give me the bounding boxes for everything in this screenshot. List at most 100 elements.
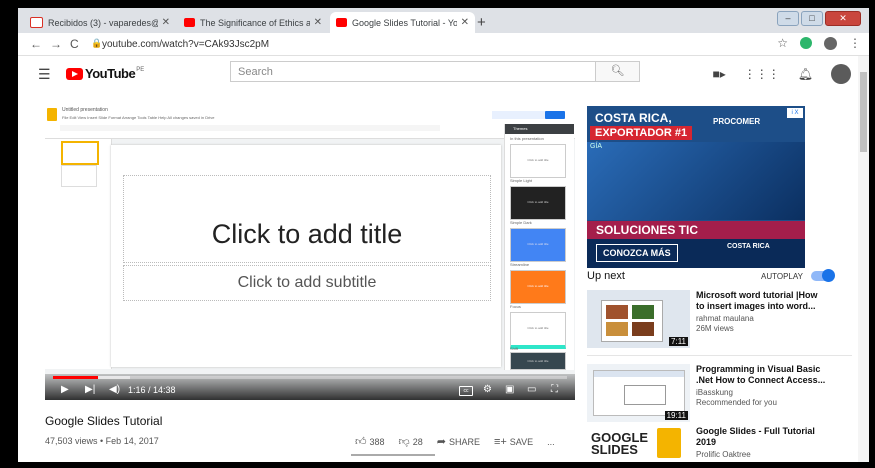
tab-strip: Recibidos (3) - vaparedes@santa ✕ The Si…	[18, 8, 869, 33]
tab-google-slides-tutorial[interactable]: Google Slides Tutorial - YouTube ✕	[330, 12, 475, 33]
progress-bar[interactable]	[53, 376, 567, 379]
theme-thumb: Click to add title	[510, 312, 566, 349]
up-next-video[interactable]: 7:11 Microsoft word tutorial |How to ins…	[587, 290, 852, 352]
fullscreen-icon[interactable]: ⛶	[551, 384, 558, 395]
share-button[interactable]: ➦ SHARE	[437, 435, 480, 448]
ad-brand: PROCOMER	[713, 117, 761, 126]
dislike-count: 28	[412, 437, 423, 447]
theme-name: Simple Light	[510, 178, 533, 183]
volume-icon[interactable]: ◀︎)	[109, 384, 120, 395]
tab-gmail[interactable]: Recibidos (3) - vaparedes@santa ✕	[24, 12, 176, 33]
forward-arrow-icon[interactable]: →	[50, 37, 62, 51]
new-tab-plus-icon[interactable]: +	[477, 14, 486, 31]
star-icon[interactable]: ☆	[777, 36, 788, 50]
theme-thumb: Click to add title	[510, 144, 566, 178]
dislike-button[interactable]: 👎︎ 28	[399, 435, 423, 448]
country-code: PE	[136, 66, 145, 73]
miniplayer-icon[interactable]: ▣	[505, 384, 514, 395]
logo-text: YouTube	[85, 66, 136, 81]
more-actions-button[interactable]: ...	[547, 437, 555, 447]
captions-icon[interactable]: cc	[459, 386, 473, 396]
video-thumbnail[interactable]: 19:11	[587, 364, 690, 422]
up-next-video[interactable]: 19:11 Programming in Visual Basic .Net H…	[587, 364, 852, 426]
video-channel: rahmat maulana	[696, 314, 754, 323]
youtube-header: ☰ YouTube PE Search 🔍︎ ■▸ ⋮⋮⋮ 🔔︎	[18, 56, 869, 90]
themes-header: Themes	[505, 124, 574, 134]
video-thumbnail[interactable]: 7:11	[587, 290, 690, 348]
create-video-icon[interactable]: ■▸	[712, 67, 725, 81]
ad-banner[interactable]: COSTA RICA, EXPORTADOR #1 GÍA PROCOMER i…	[587, 106, 805, 268]
slides-logo-icon	[47, 108, 57, 121]
thumbs-up-icon: 👍︎	[355, 436, 367, 448]
extension-icon[interactable]	[800, 37, 812, 49]
ad-headline-highlight: EXPORTADOR #1	[590, 126, 693, 140]
themes-panel: Themes In this presentation Click to add…	[504, 124, 574, 370]
play-icon[interactable]: ▶	[61, 384, 69, 395]
video-thumbnail[interactable]: GOOGLE SLIDES	[587, 426, 690, 462]
browser-menu-icon[interactable]: ⋮	[849, 36, 861, 50]
time-display: 1:16 / 14:38	[128, 385, 176, 395]
minimize-icon[interactable]: –	[777, 11, 799, 26]
close-icon[interactable]: ✕	[314, 17, 322, 28]
search-button[interactable]: 🔍︎	[596, 61, 640, 82]
ad-info-close-icon[interactable]: i X	[787, 108, 803, 118]
slides-menu: File Edit View Insert Slide Format Arran…	[62, 115, 215, 120]
back-arrow-icon[interactable]: ←	[30, 37, 42, 51]
search-placeholder: Search	[238, 66, 273, 78]
video-title[interactable]: Microsoft word tutorial |How to insert i…	[696, 290, 826, 312]
save-button[interactable]: ≡+ SAVE	[494, 436, 533, 448]
account-avatar[interactable]	[831, 64, 851, 84]
close-icon[interactable]: ✕	[461, 17, 469, 28]
theater-mode-icon[interactable]: ▭	[527, 384, 536, 395]
slide-subtitle: Click to add subtitle	[237, 274, 377, 291]
video-channel: iBasskung	[696, 388, 733, 397]
close-icon[interactable]: ✕	[162, 17, 170, 28]
like-button[interactable]: 👍︎ 388	[355, 435, 385, 448]
theme-name: Streamline	[510, 262, 530, 267]
thumbnail-photo	[632, 305, 654, 319]
youtube-logo[interactable]: YouTube PE	[66, 66, 144, 81]
slides-toolbar: Untitled presentation File Edit View Ins…	[45, 104, 575, 139]
profile-avatar[interactable]	[824, 36, 837, 50]
url-field[interactable]: youtube.com/watch?v=CAk93Jsc2pM	[102, 39, 269, 50]
scrollbar-thumb[interactable]	[860, 72, 867, 152]
video-title[interactable]: Google Slides - Full Tutorial 2019	[696, 426, 826, 448]
maximize-icon[interactable]: □	[801, 11, 823, 26]
theme-name: Simple Dark	[510, 220, 532, 225]
page-scrollbar[interactable]	[858, 56, 869, 462]
ad-cta-button[interactable]: CONOZCA MÁS	[596, 244, 678, 262]
up-next-video[interactable]: GOOGLE SLIDES Google Slides - Full Tutor…	[587, 426, 852, 462]
thumbnail-art	[601, 300, 663, 342]
thumbnail-titlebar	[594, 371, 684, 377]
autoplay-label: AUTOPLAY	[761, 272, 803, 281]
lock-icon: 🔒	[91, 38, 103, 48]
autoplay-toggle[interactable]	[811, 269, 835, 282]
thumbs-down-icon: 👎︎	[398, 436, 410, 448]
notifications-bell-icon[interactable]: 🔔︎	[798, 67, 813, 81]
slides-logo-icon	[657, 428, 681, 458]
slide-thumbnail	[61, 165, 97, 187]
apps-grid-icon[interactable]: ⋮⋮⋮	[744, 67, 780, 81]
youtube-favicon-icon	[336, 18, 347, 27]
ad-banner-text: SOLUCIONES TIC	[587, 221, 805, 239]
video-title[interactable]: Programming in Visual Basic .Net How to …	[696, 364, 826, 386]
video-meta: 26M views	[696, 324, 734, 333]
next-icon[interactable]: ▶|	[85, 384, 95, 395]
thumbnail-art	[593, 370, 685, 416]
theme-name: Shift	[510, 346, 519, 351]
video-stats: 47,503 views • Feb 14, 2017	[45, 436, 159, 446]
video-channel: Prolific Oaktree	[696, 450, 751, 459]
sentiment-bar	[351, 454, 435, 456]
player-controls: ▶ ▶| ◀︎) 1:16 / 14:38 cc ⚙ ▣ ▭ ⛶	[45, 374, 575, 400]
theme-name: Focus	[510, 304, 521, 309]
window-close-icon[interactable]: ✕	[825, 11, 861, 26]
ad-photo	[587, 142, 805, 220]
thumbnail-photo	[606, 322, 628, 336]
search-input[interactable]: Search	[230, 61, 596, 82]
reload-icon[interactable]: C	[70, 37, 79, 51]
hamburger-menu-icon[interactable]: ☰	[38, 66, 51, 83]
video-player[interactable]: Untitled presentation File Edit View Ins…	[45, 104, 575, 400]
tab-ethics[interactable]: The Significance of Ethics and Et ✕	[178, 12, 328, 33]
settings-gear-icon[interactable]: ⚙	[483, 384, 492, 395]
slide-title: Click to add title	[211, 219, 403, 249]
